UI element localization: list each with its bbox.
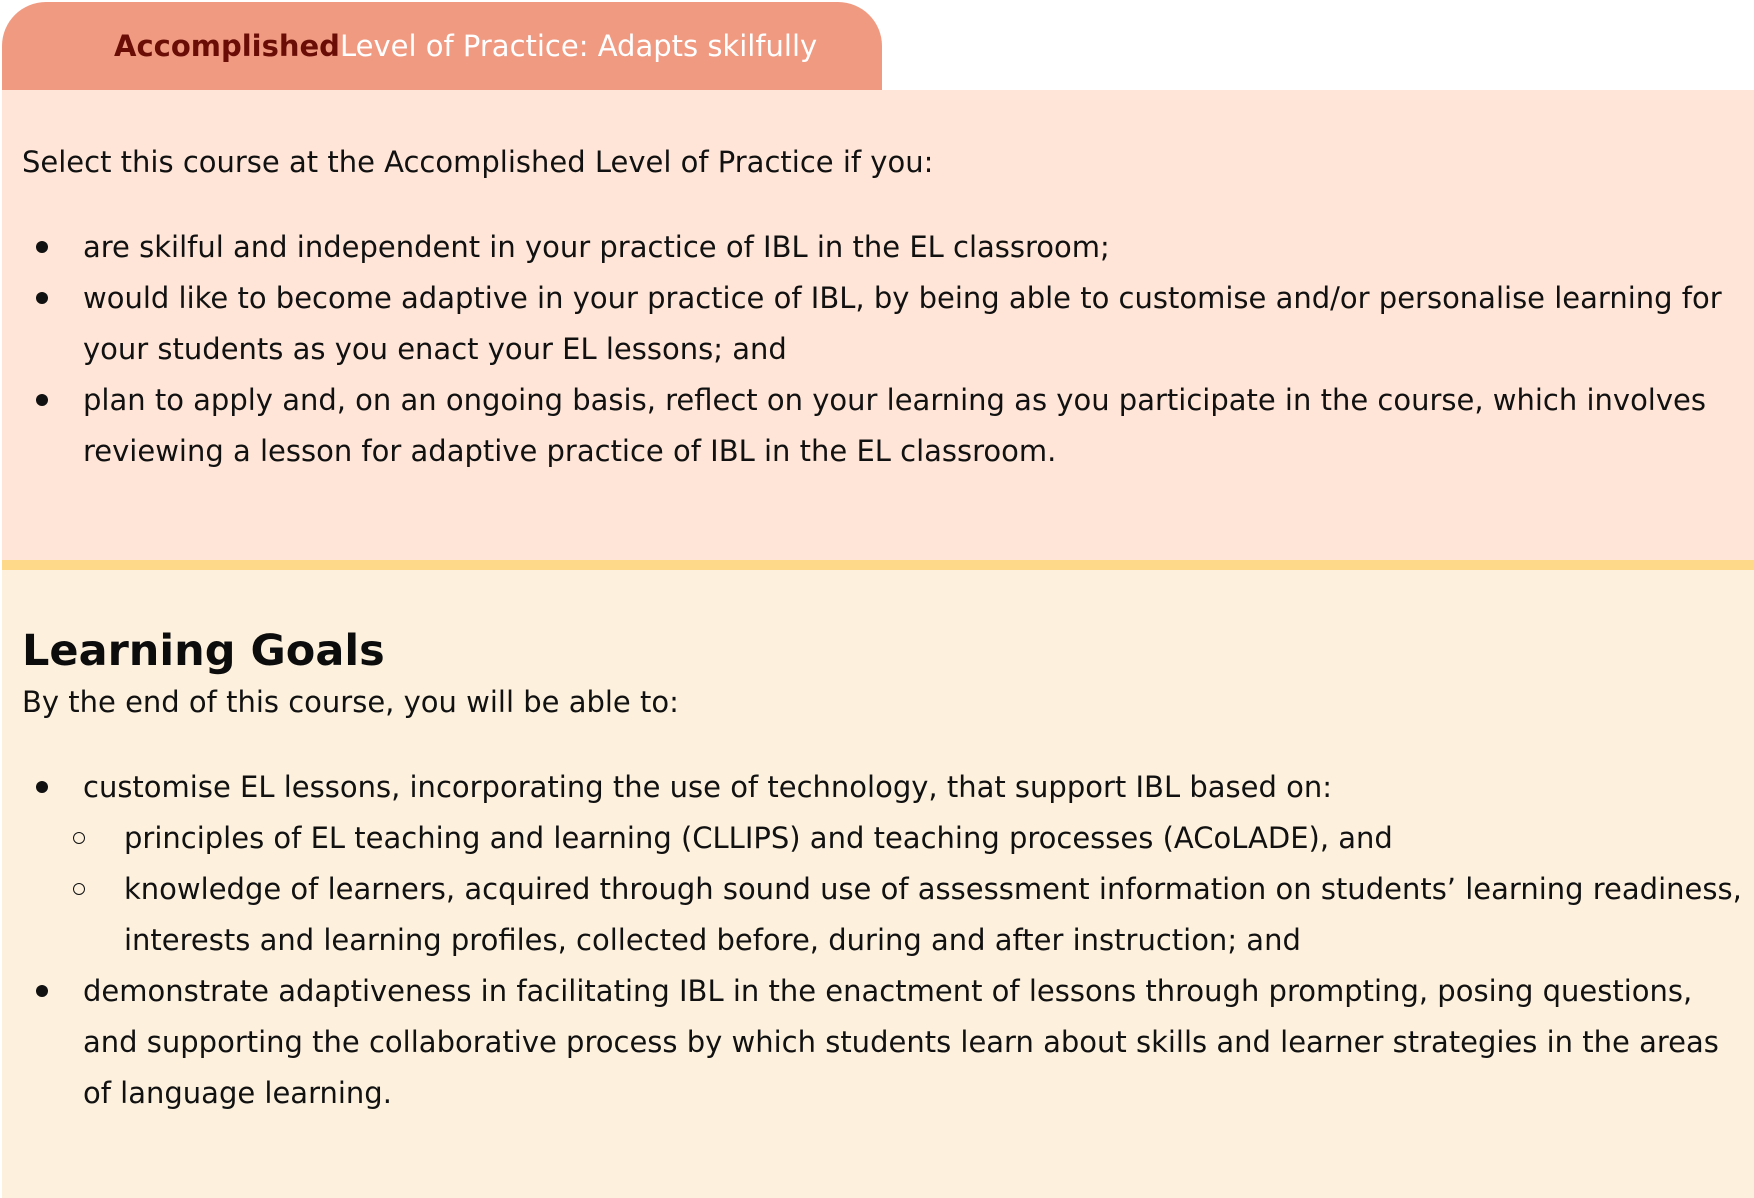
learning-goals-panel: Learning Goals By the end of this course… bbox=[2, 570, 1754, 1198]
sub-list-item: knowledge of learners, acquired through … bbox=[22, 864, 1754, 966]
level-name: Accomplished bbox=[114, 29, 340, 63]
learning-goals-list: customise EL lessons, incorporating the … bbox=[22, 762, 1754, 813]
list-item-text: are skilful and independent in your prac… bbox=[83, 230, 1110, 264]
list-item: demonstrate adaptiveness in facilitating… bbox=[22, 966, 1754, 1119]
bullet-icon bbox=[36, 781, 48, 793]
list-item: would like to become adaptive in your pr… bbox=[22, 273, 1754, 375]
level-tab: Accomplished Level of Practice: Adapts s… bbox=[2, 2, 882, 90]
sub-list-item-text: principles of EL teaching and learning (… bbox=[124, 821, 1393, 855]
course-level-page: Accomplished Level of Practice: Adapts s… bbox=[0, 0, 1754, 1198]
bullet-icon bbox=[36, 394, 48, 406]
list-item: customise EL lessons, incorporating the … bbox=[22, 762, 1754, 813]
level-description: Level of Practice: Adapts skilfully bbox=[339, 29, 818, 63]
accomplished-intro: Select this course at the Accomplished L… bbox=[22, 145, 934, 179]
list-item: are skilful and independent in your prac… bbox=[22, 222, 1754, 273]
bullet-icon bbox=[36, 985, 48, 997]
bullet-icon bbox=[36, 292, 48, 304]
sub-list-item: principles of EL teaching and learning (… bbox=[22, 813, 1754, 864]
learning-goals-sublist: principles of EL teaching and learning (… bbox=[22, 813, 1754, 966]
list-item-text: plan to apply and, on an ongoing basis, … bbox=[83, 383, 1706, 468]
learning-goals-heading: Learning Goals bbox=[22, 626, 385, 676]
learning-goals-intro: By the end of this course, you will be a… bbox=[22, 685, 679, 719]
learning-goals-list-continued: demonstrate adaptiveness in facilitating… bbox=[22, 966, 1754, 1119]
hollow-bullet-icon bbox=[73, 832, 85, 844]
sub-list-item-text: knowledge of learners, acquired through … bbox=[124, 872, 1742, 957]
section-divider bbox=[2, 560, 1754, 570]
list-item: plan to apply and, on an ongoing basis, … bbox=[22, 375, 1754, 477]
list-item-text: customise EL lessons, incorporating the … bbox=[83, 770, 1332, 804]
accomplished-criteria-list: are skilful and independent in your prac… bbox=[22, 222, 1754, 477]
hollow-bullet-icon bbox=[73, 883, 85, 895]
list-item-text: demonstrate adaptiveness in facilitating… bbox=[83, 974, 1719, 1110]
accomplished-panel: Select this course at the Accomplished L… bbox=[2, 90, 1754, 560]
list-item-text: would like to become adaptive in your pr… bbox=[83, 281, 1722, 366]
bullet-icon bbox=[36, 241, 48, 253]
